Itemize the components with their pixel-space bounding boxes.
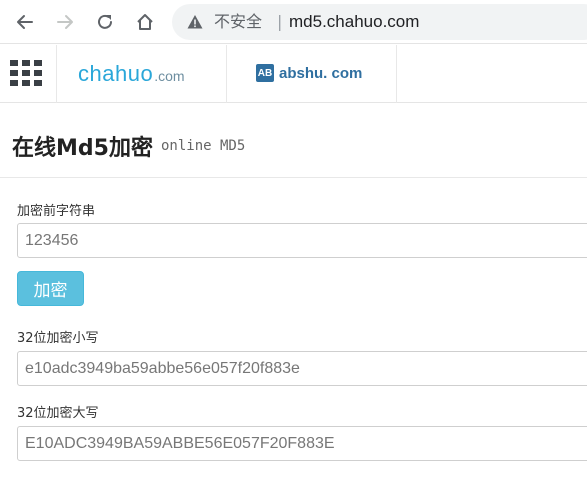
input-label: 加密前字符串 (17, 204, 96, 219)
abshu-logo[interactable]: AB abshu. com (256, 64, 362, 82)
page-subtitle: online MD5 (161, 138, 246, 154)
apps-grid-icon[interactable] (10, 60, 46, 88)
uppercase-label: 32位加密大写 (17, 406, 99, 421)
browser-toolbar: 不安全 | md5.chahuo.com (0, 0, 587, 44)
chahuo-logo-tld: .com (154, 68, 185, 84)
page-title: 在线Md5加密 (12, 136, 153, 161)
site-header: chahuo .com AB abshu. com (0, 45, 587, 103)
warning-icon[interactable] (187, 14, 203, 30)
security-label[interactable]: 不安全 (214, 12, 262, 32)
chahuo-logo[interactable]: chahuo .com (78, 61, 185, 89)
header-divider (56, 45, 57, 103)
back-arrow-icon[interactable] (11, 8, 39, 36)
header-divider (226, 45, 227, 103)
encrypt-button[interactable]: 加密 (17, 271, 84, 306)
lowercase-output[interactable]: e10adc3949ba59abbe56e057f20f883e (17, 351, 587, 386)
url-text[interactable]: md5.chahuo.com (289, 12, 419, 32)
uppercase-output[interactable]: E10ADC3949BA59ABBE56E057F20F883E (17, 426, 587, 461)
chahuo-logo-main: chahuo (78, 61, 154, 86)
title-section: 在线Md5加密 online MD5 (0, 104, 587, 178)
abshu-badge-icon: AB (256, 64, 274, 82)
home-icon[interactable] (131, 8, 159, 36)
plaintext-input[interactable]: 123456 (17, 223, 587, 258)
header-divider (396, 45, 397, 103)
omnibox-separator: | (277, 12, 283, 31)
abshu-logo-text: abshu. com (279, 64, 363, 82)
reload-icon[interactable] (91, 8, 119, 36)
address-bar[interactable]: 不安全 | md5.chahuo.com (172, 4, 587, 40)
forward-arrow-icon[interactable] (51, 8, 79, 36)
lowercase-label: 32位加密小写 (17, 331, 99, 346)
